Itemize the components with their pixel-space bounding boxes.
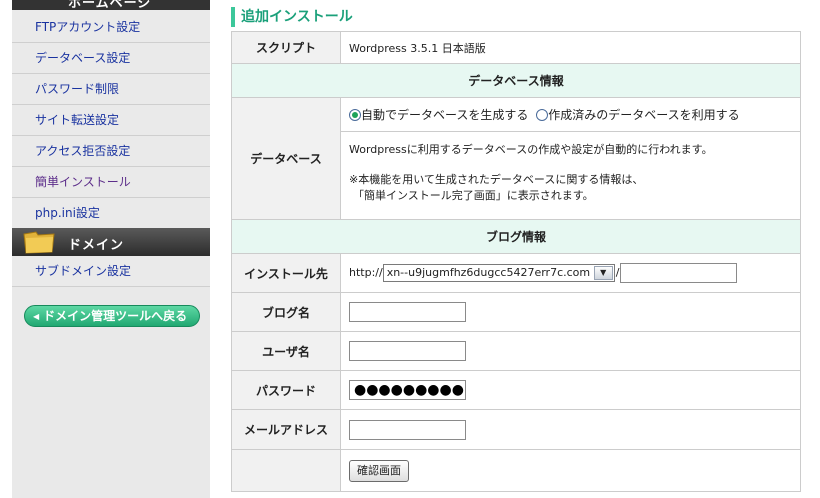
db-auto-radio[interactable] [349,109,361,121]
sidebar-item-site-transfer[interactable]: サイト転送設定 [12,105,210,136]
sidebar-item-password-restriction[interactable]: パスワード制限 [12,74,210,105]
email-input[interactable] [349,419,466,440]
blog-name-label: ブログ名 [231,292,341,332]
db-description: Wordpressに利用するデータベースの作成や設定が自動的に行われます。 [349,143,713,156]
install-path-separator: / [615,266,620,279]
page-title: 追加インストール [231,7,353,27]
sidebar: ホームページ FTPアカウント設定 データベース設定 パスワード制限 サイト転送… [12,0,210,498]
db-existing-label[interactable]: 作成済みのデータベースを利用する [548,108,739,122]
username-input[interactable] [349,341,466,361]
confirm-button[interactable]: 確認画面 [349,459,409,482]
sidebar-section-domain-label: ドメイン [68,238,125,253]
confirm-row-label [231,449,341,492]
password-input[interactable]: ●●●●●●●●● [349,380,466,400]
password-label: パスワード [231,370,341,410]
install-domain-select[interactable]: xn--u9jugmfhz6dugcc5427err7c.com ▼ [382,264,615,282]
sidebar-section-domain: ドメイン [12,228,210,256]
sidebar-item-subdomain[interactable]: サブドメイン設定 [12,256,210,287]
db-note-line1: ※本機能を用いて生成されたデータベースに関する情報は、 [349,173,644,186]
blog-section-title: ブログ情報 [231,219,801,254]
db-auto-label[interactable]: 自動でデータベースを生成する [361,108,528,122]
sidebar-item-php-ini[interactable]: php.ini設定 [12,198,210,228]
sidebar-item-database[interactable]: データベース設定 [12,43,210,74]
install-path-input[interactable] [620,263,738,283]
sidebar-section-homepage-label: ホームページ [68,0,152,10]
username-label: ユーザ名 [231,331,341,371]
domain-folder-icon [23,231,55,254]
sidebar-item-access-deny[interactable]: アクセス拒否設定 [12,136,210,167]
install-destination-label: インストール先 [231,253,341,293]
email-label: メールアドレス [231,409,341,450]
db-note-line2: 「簡単インストール完了画面」に表示されます。 [353,189,594,202]
install-url-prefix: http:// [349,266,383,279]
db-section-title: データベース情報 [231,63,801,98]
database-label: データベース [231,97,341,220]
chevron-down-icon[interactable]: ▼ [593,266,613,280]
sidebar-item-ftp-account[interactable]: FTPアカウント設定 [12,10,210,43]
triangle-left-icon: ◀ [33,312,40,321]
back-to-domain-tool-button[interactable]: ◀ ドメイン管理ツールへ戻る [24,305,200,327]
blog-name-input[interactable] [349,302,466,322]
sidebar-item-easy-install[interactable]: 簡単インストール [12,167,210,198]
install-form: スクリプト Wordpress 3.5.1 日本語版 データベース情報 データベ… [231,31,801,492]
script-label: スクリプト [231,31,341,64]
db-existing-radio[interactable] [536,109,549,121]
script-value: Wordpress 3.5.1 日本語版 [340,31,801,64]
back-button-label: ドメイン管理ツールへ戻る [43,309,188,323]
sidebar-section-homepage: ホームページ [12,0,210,10]
install-domain-value: xn--u9jugmfhz6dugcc5427err7c.com [386,266,591,279]
